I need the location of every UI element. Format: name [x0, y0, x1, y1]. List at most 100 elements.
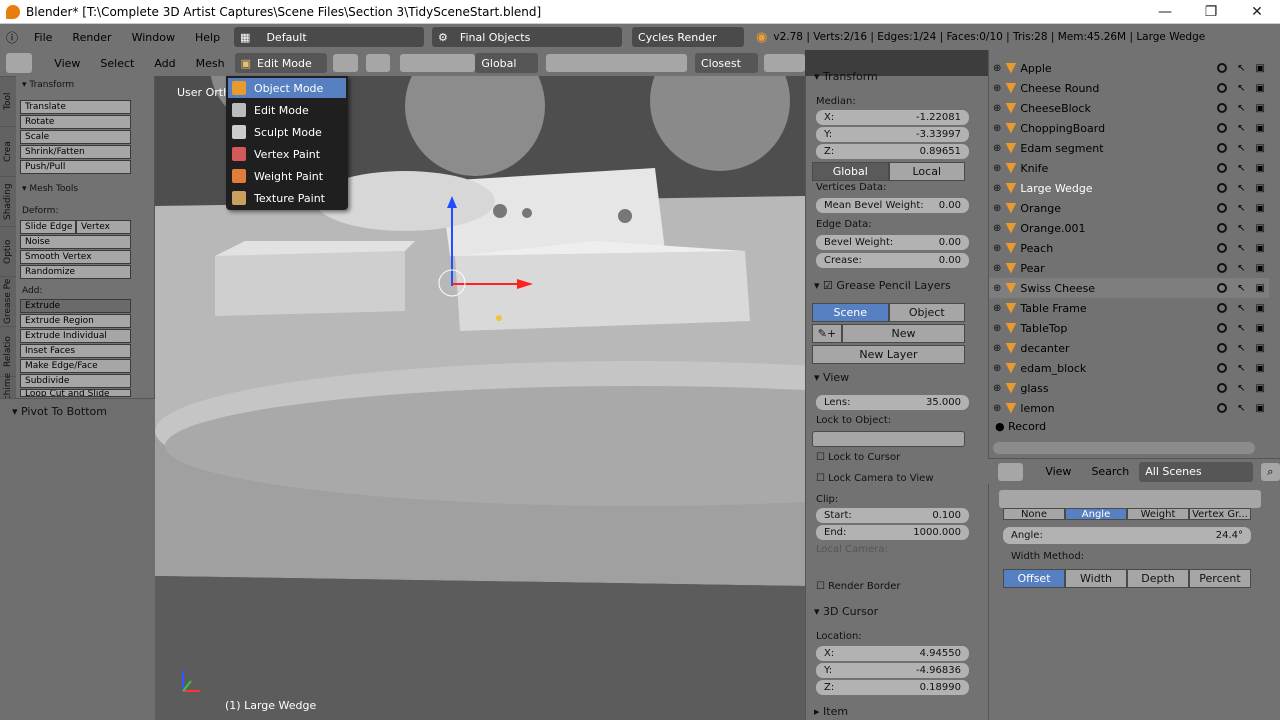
tab-shading[interactable]: Shading — [0, 176, 16, 226]
minimize-icon[interactable]: — — [1142, 0, 1188, 24]
expand-icon[interactable]: ⊕ — [993, 223, 1001, 234]
make-edge-face-button[interactable]: Make Edge/Face — [20, 359, 131, 373]
info-editor-icon[interactable]: ⓘ — [0, 27, 24, 47]
tab-grease-pencil[interactable]: Grease Pe — [0, 276, 16, 326]
transform-panel-title[interactable]: ▾ Transform — [22, 80, 74, 90]
menu-render[interactable]: Render — [62, 31, 121, 44]
menu-add[interactable]: Add — [144, 57, 185, 70]
maximize-icon[interactable]: ❐ — [1188, 0, 1234, 24]
renderable-camera-icon[interactable]: ▣ — [1256, 343, 1265, 354]
selectable-cursor-icon[interactable]: ↖ — [1237, 383, 1245, 394]
expand-icon[interactable]: ⊕ — [993, 383, 1001, 394]
outliner-item[interactable]: ⊕ Swiss Cheese ↖ ▣ — [989, 278, 1269, 298]
expand-icon[interactable]: ⊕ — [993, 323, 1001, 334]
renderable-camera-icon[interactable]: ▣ — [1256, 263, 1265, 274]
renderable-camera-icon[interactable]: ▣ — [1256, 103, 1265, 114]
tab-create[interactable]: Crea — [0, 126, 16, 176]
visibility-eye-icon[interactable] — [1217, 303, 1228, 313]
manipulator-toggles[interactable] — [400, 54, 476, 72]
renderable-camera-icon[interactable]: ▣ — [1256, 203, 1265, 214]
menu-window[interactable]: Window — [122, 31, 185, 44]
outliner-item[interactable]: ⊕ Large Wedge ↖ ▣ — [989, 178, 1269, 198]
selectable-cursor-icon[interactable]: ↖ — [1237, 223, 1245, 234]
visibility-eye-icon[interactable] — [1217, 83, 1228, 93]
selectable-cursor-icon[interactable]: ↖ — [1237, 283, 1245, 294]
loop-cut-button[interactable]: Loop Cut and Slide — [20, 389, 131, 397]
extrude-region-button[interactable]: Extrude Region — [20, 314, 131, 328]
visibility-eye-icon[interactable] — [1217, 143, 1228, 153]
crease-field[interactable]: Crease: 0.00 — [816, 253, 969, 268]
width-width-tab[interactable]: Width — [1065, 569, 1127, 588]
weight-paint-item[interactable]: Weight Paint — [228, 166, 346, 186]
rotate-button[interactable]: Rotate — [20, 115, 131, 129]
menu-help[interactable]: Help — [185, 31, 230, 44]
cursor-y-field[interactable]: Y: -4.96836 — [816, 663, 969, 678]
grease-pencil-icon[interactable]: ✎+ — [812, 324, 842, 343]
transform-panel-header[interactable]: ▾ Transform — [814, 70, 878, 83]
median-z-field[interactable]: Z: 0.89651 — [816, 144, 969, 159]
expand-icon[interactable]: ⊕ — [993, 183, 1001, 194]
outliner-item[interactable]: ⊕ decanter ↖ ▣ — [989, 338, 1269, 358]
selectable-cursor-icon[interactable]: ↖ — [1237, 103, 1245, 114]
expand-icon[interactable]: ⊕ — [993, 283, 1001, 294]
push-pull-button[interactable]: Push/Pull — [20, 160, 131, 174]
global-space-button[interactable]: Global — [812, 162, 889, 181]
sculpt-mode-item[interactable]: Sculpt Mode — [228, 122, 346, 142]
menu-select[interactable]: Select — [90, 57, 144, 70]
selectable-cursor-icon[interactable]: ↖ — [1237, 123, 1245, 134]
lock-object-field[interactable] — [812, 431, 965, 447]
expand-icon[interactable]: ⊕ — [993, 363, 1001, 374]
expand-icon[interactable]: ⊕ — [993, 123, 1001, 134]
menu-mesh[interactable]: Mesh — [186, 57, 235, 70]
limit-weight-tab[interactable]: Weight — [1127, 508, 1189, 520]
renderable-camera-icon[interactable]: ▣ — [1256, 283, 1265, 294]
visibility-eye-icon[interactable] — [1217, 323, 1228, 333]
visibility-eye-icon[interactable] — [1217, 63, 1228, 73]
renderable-camera-icon[interactable]: ▣ — [1256, 383, 1265, 394]
visibility-eye-icon[interactable] — [1217, 103, 1228, 113]
grease-pencil-panel-header[interactable]: ▾ ☑ Grease Pencil Layers — [814, 279, 951, 292]
render-border-checkbox[interactable]: ☐ Render Border — [816, 581, 900, 592]
tab-options[interactable]: Optio — [0, 226, 16, 276]
outliner-item[interactable]: ⊕ TableTop ↖ ▣ — [989, 318, 1269, 338]
menu-view[interactable]: View — [44, 57, 90, 70]
cursor-z-field[interactable]: Z: 0.18990 — [816, 680, 969, 695]
select-mode-toggles[interactable] — [546, 54, 687, 72]
record-item[interactable]: ● Record — [995, 420, 1046, 433]
expand-icon[interactable]: ⊕ — [993, 103, 1001, 114]
pivot-select[interactable] — [365, 54, 391, 72]
selectable-cursor-icon[interactable]: ↖ — [1237, 363, 1245, 374]
outliner-item[interactable]: ⊕ lemon ↖ ▣ — [989, 398, 1269, 418]
render-engine-select[interactable]: Cycles Render — [632, 27, 745, 47]
noise-button[interactable]: Noise — [20, 235, 131, 249]
visibility-eye-icon[interactable] — [1217, 343, 1228, 353]
3d-cursor-panel-header[interactable]: ▾ 3D Cursor — [814, 605, 878, 618]
operator-panel-title[interactable]: ▾ Pivot To Bottom — [12, 405, 107, 418]
bevel-angle-field[interactable]: Angle: 24.4° — [1003, 527, 1251, 544]
slide-edge-button[interactable]: Slide Edge — [20, 220, 76, 234]
menu-file[interactable]: File — [24, 31, 62, 44]
smooth-vertex-button[interactable]: Smooth Vertex — [20, 250, 131, 264]
selectable-cursor-icon[interactable]: ↖ — [1237, 263, 1245, 274]
limit-none-tab[interactable]: None — [1003, 508, 1065, 520]
renderable-camera-icon[interactable]: ▣ — [1256, 403, 1265, 414]
mode-select[interactable]: ▣ Edit Mode — [234, 53, 328, 73]
outliner-item[interactable]: ⊕ Pear ↖ ▣ — [989, 258, 1269, 278]
expand-icon[interactable]: ⊕ — [993, 63, 1001, 74]
renderable-camera-icon[interactable]: ▣ — [1256, 243, 1265, 254]
object-mode-item[interactable]: Object Mode — [228, 78, 346, 98]
outliner-item[interactable]: ⊕ Table Frame ↖ ▣ — [989, 298, 1269, 318]
editor-type-icon[interactable] — [6, 53, 33, 73]
visibility-eye-icon[interactable] — [1217, 163, 1228, 173]
renderable-camera-icon[interactable]: ▣ — [1256, 63, 1265, 74]
outliner-item[interactable]: ⊕ Cheese Round ↖ ▣ — [989, 78, 1269, 98]
renderable-camera-icon[interactable]: ▣ — [1256, 363, 1265, 374]
lock-camera-checkbox[interactable]: ☐ Lock Camera to View — [816, 473, 934, 484]
renderable-camera-icon[interactable]: ▣ — [1256, 223, 1265, 234]
tab-relations[interactable]: Relatio — [0, 326, 16, 376]
lens-field[interactable]: Lens: 35.000 — [816, 395, 969, 410]
outliner-item[interactable]: ⊕ ChoppingBoard ↖ ▣ — [989, 118, 1269, 138]
grease-scene-button[interactable]: Scene — [812, 303, 889, 322]
outliner-menu-search[interactable]: Search — [1081, 465, 1139, 478]
selectable-cursor-icon[interactable]: ↖ — [1237, 323, 1245, 334]
